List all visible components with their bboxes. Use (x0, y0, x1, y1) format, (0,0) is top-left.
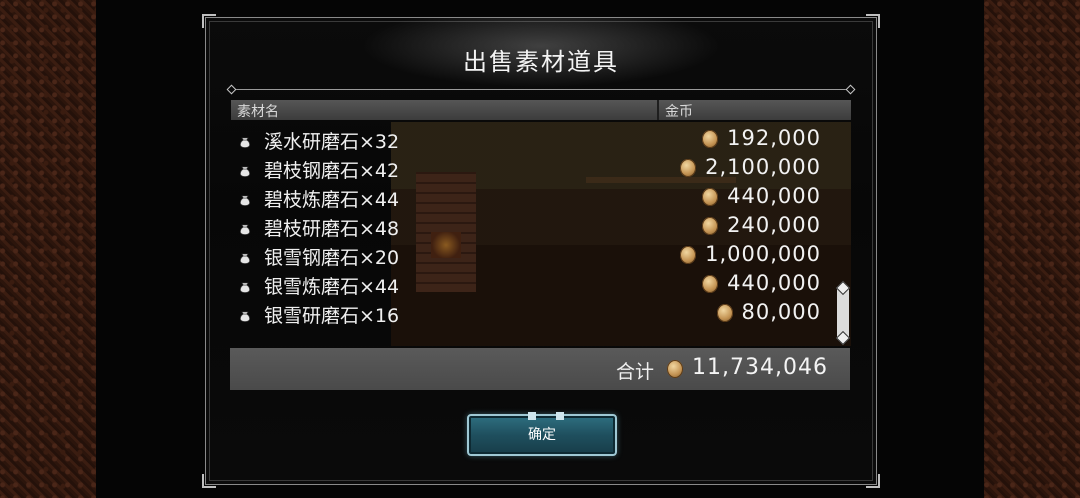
list-item[interactable]: 银雪炼磨石×44 440,000 (231, 269, 831, 298)
gold-coin-icon (716, 304, 733, 322)
item-price: 440,000 (727, 184, 821, 208)
column-header-name: 素材名 (237, 104, 279, 120)
title-divider (232, 89, 850, 90)
corner-ornament (202, 14, 216, 28)
list-item[interactable]: 溪水研磨石×32 192,000 (231, 124, 831, 153)
corner-ornament (866, 14, 880, 28)
confirm-button[interactable]: 确定 (467, 412, 617, 456)
item-price: 1,000,000 (705, 242, 821, 266)
list-item[interactable]: 碧枝钢磨石×42 2,100,000 (231, 153, 831, 182)
list-header: 素材名 金币 (231, 100, 851, 120)
item-name: 碧枝炼磨石×44 (264, 189, 400, 211)
item-list[interactable]: 素材名 金币 溪水研磨石×32 192,000 碧枝钢磨石×42 2,100,000 碧… (231, 100, 851, 346)
item-price: 240,000 (727, 213, 821, 237)
list-item[interactable]: 碧枝炼磨石×44 440,000 (231, 182, 831, 211)
pouch-icon (239, 133, 251, 148)
scrollbar[interactable] (837, 288, 849, 338)
item-price-group: 2,100,000 (680, 155, 821, 179)
item-price: 192,000 (727, 126, 821, 150)
gold-coin-icon (667, 359, 684, 378)
column-separator (657, 100, 659, 120)
gold-coin-icon (702, 188, 719, 206)
pouch-icon (239, 191, 251, 206)
pouch-icon (239, 249, 251, 264)
list-item[interactable]: 银雪钢磨石×20 1,000,000 (231, 240, 831, 269)
background-wall-right (984, 0, 1080, 498)
total-label: 合计 (616, 361, 655, 383)
pouch-icon (239, 220, 251, 235)
item-price: 80,000 (741, 300, 821, 324)
item-name: 溪水研磨石×32 (264, 131, 400, 153)
item-price-group: 240,000 (702, 213, 821, 237)
item-price-group: 80,000 (716, 300, 821, 324)
gold-coin-icon (680, 159, 697, 177)
background-wall-left (0, 0, 96, 498)
corner-ornament (866, 474, 880, 488)
total-bar: 合计 11,734,046 (230, 348, 850, 390)
item-price: 2,100,000 (705, 155, 821, 179)
item-name: 银雪炼磨石×44 (264, 276, 400, 298)
gold-coin-icon (702, 130, 719, 148)
column-header-gold: 金币 (665, 104, 693, 120)
corner-ornament (202, 474, 216, 488)
dialog-title: 出售素材道具 (463, 48, 619, 76)
gold-coin-icon (680, 246, 697, 264)
list-item[interactable]: 银雪研磨石×16 80,000 (231, 298, 831, 327)
list-item[interactable]: 碧枝研磨石×48 240,000 (231, 211, 831, 240)
item-name: 银雪研磨石×16 (264, 305, 400, 327)
pouch-icon (239, 162, 251, 177)
item-price-group: 192,000 (702, 126, 821, 150)
item-price-group: 440,000 (702, 271, 821, 295)
item-price: 440,000 (727, 271, 821, 295)
total-value-group: 11,734,046 (667, 355, 828, 380)
pouch-icon (239, 307, 251, 322)
item-name: 碧枝钢磨石×42 (264, 160, 400, 182)
pouch-icon (239, 278, 251, 293)
item-price-group: 440,000 (702, 184, 821, 208)
total-value: 11,734,046 (692, 355, 828, 380)
sell-materials-dialog: 出售素材道具 素材名 金币 溪水研磨石×32 192,000 碧枝钢磨石×42 2,1… (202, 14, 880, 488)
gold-coin-icon (702, 217, 719, 235)
item-name: 碧枝研磨石×48 (264, 218, 400, 240)
gold-coin-icon (702, 275, 719, 293)
item-name: 银雪钢磨石×20 (264, 247, 400, 269)
item-price-group: 1,000,000 (680, 242, 821, 266)
